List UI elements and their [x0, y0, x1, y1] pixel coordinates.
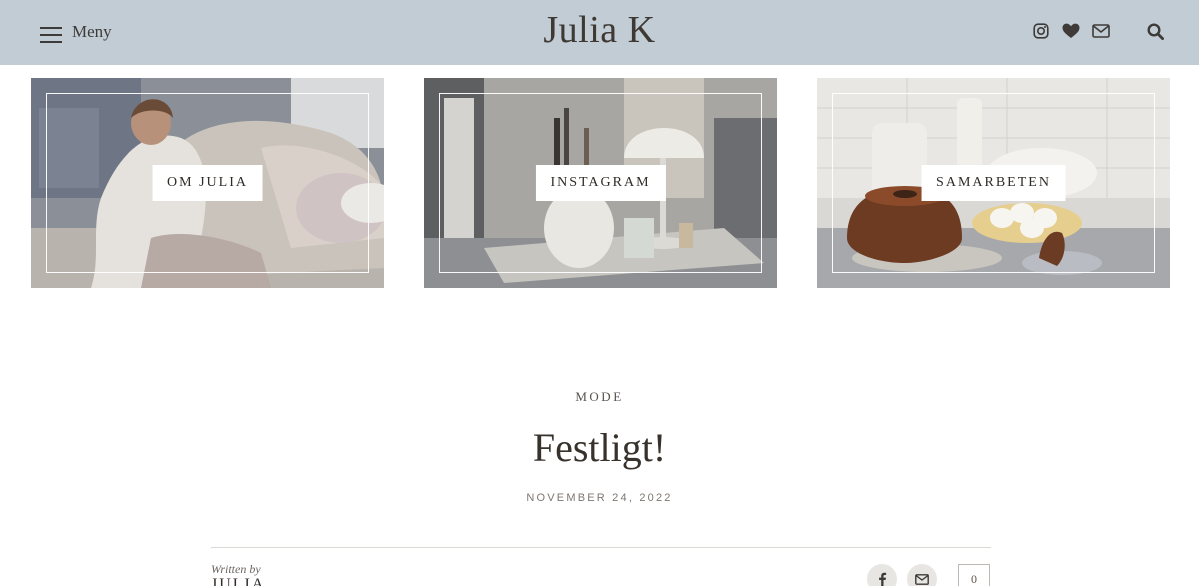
post-meta-divider	[211, 547, 991, 548]
instagram-icon[interactable]	[1031, 21, 1051, 41]
tile-label-about[interactable]: OM JULIA	[152, 165, 263, 201]
written-by-label: Written by	[211, 562, 261, 576]
tile-label-instagram[interactable]: INSTAGRAM	[535, 165, 666, 201]
menu-button[interactable]: Meny	[40, 19, 112, 45]
hamburger-icon	[40, 27, 62, 43]
promo-tile-about[interactable]: OM JULIA	[31, 78, 384, 288]
post-date: NOVEMBER 24, 2022	[526, 492, 673, 504]
header-icons	[1031, 20, 1165, 42]
post-category-link[interactable]: MODE	[575, 389, 623, 404]
tile-label-collaborations[interactable]: SAMARBETEN	[921, 165, 1066, 201]
facebook-icon	[879, 572, 887, 586]
share-email-button[interactable]	[907, 564, 937, 586]
post-title: Festligt!	[532, 425, 667, 470]
mail-icon	[915, 573, 929, 585]
promo-tile-collaborations[interactable]: SAMARBETEN	[817, 78, 1170, 288]
promo-tile-instagram[interactable]: INSTAGRAM	[424, 78, 777, 288]
mail-icon[interactable]	[1091, 21, 1111, 41]
site-title[interactable]: Julia K	[543, 9, 655, 51]
menu-label: Meny	[72, 22, 112, 41]
author-name[interactable]: JULIA	[211, 576, 265, 586]
share-facebook-button[interactable]	[867, 564, 897, 586]
post-category-wrap: MODE	[0, 389, 1199, 405]
site-header: Meny Julia K	[0, 0, 1199, 65]
site-title-wrap: Julia K	[0, 8, 1199, 52]
comment-count-button[interactable]: 0	[958, 564, 990, 586]
heart-icon[interactable]	[1061, 21, 1081, 41]
search-icon[interactable]	[1145, 21, 1165, 41]
